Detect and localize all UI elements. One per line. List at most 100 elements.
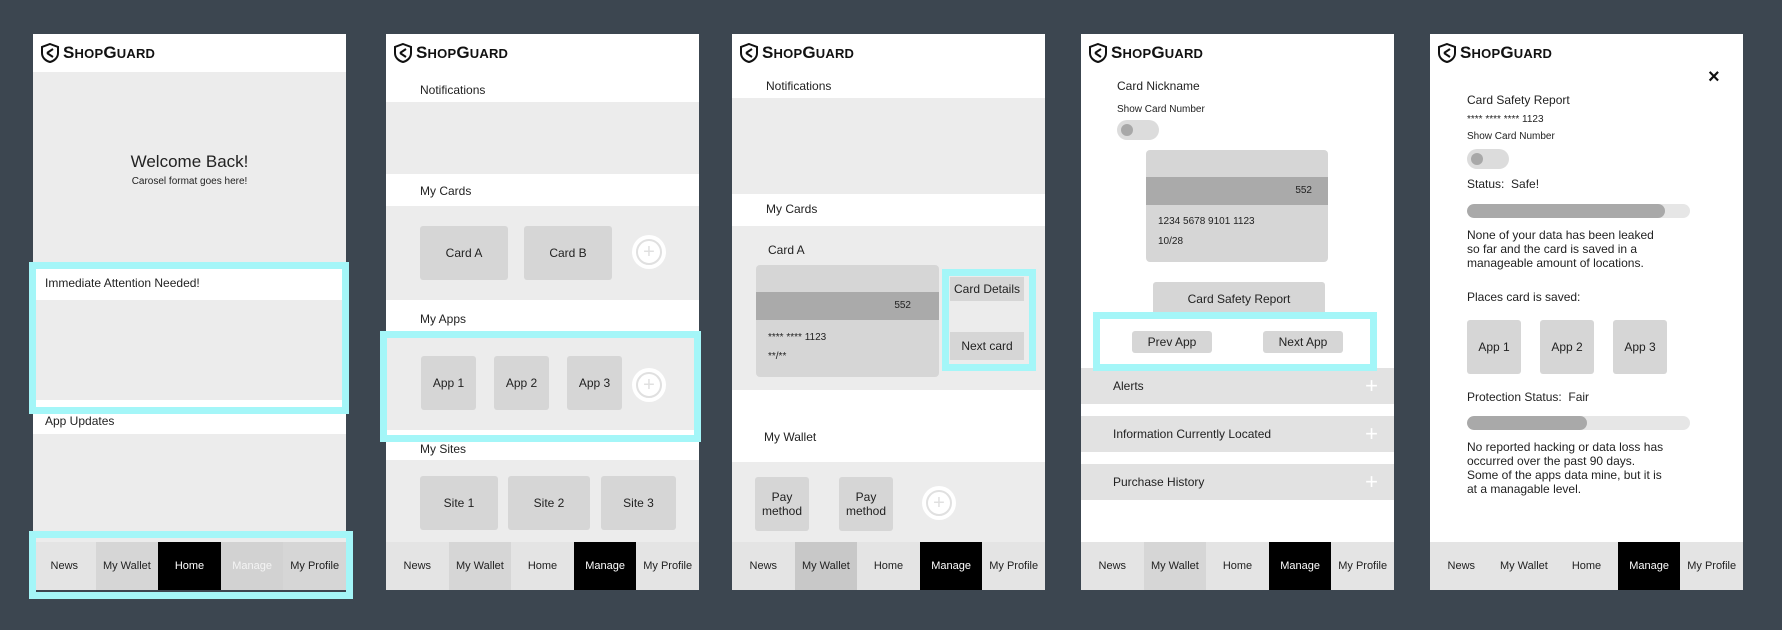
card-masked-exp: **/** bbox=[768, 351, 787, 362]
accordion-alerts[interactable]: Alerts + bbox=[1081, 368, 1394, 404]
nav-my-wallet[interactable]: My Wallet bbox=[1143, 542, 1207, 590]
add-card-button[interactable]: + bbox=[632, 235, 666, 269]
toggle-knob bbox=[1471, 153, 1483, 165]
nav-home[interactable]: Home bbox=[1206, 542, 1269, 590]
nav-news[interactable]: News bbox=[732, 542, 795, 590]
nav-news[interactable]: News bbox=[1081, 542, 1144, 590]
highlight-nav bbox=[29, 531, 353, 599]
bottom-nav: News My Wallet Home Manage My Profile bbox=[386, 542, 699, 590]
card-masked-number: **** **** 1123 bbox=[768, 332, 827, 343]
card-a-button[interactable]: Card A bbox=[420, 226, 508, 280]
report-title: Card Safety Report bbox=[1467, 93, 1570, 107]
nav-manage[interactable]: Manage bbox=[1617, 542, 1681, 590]
nav-home[interactable]: Home bbox=[857, 542, 920, 590]
highlight-app-nav bbox=[1093, 312, 1377, 371]
my-cards-label: My Cards bbox=[766, 202, 818, 216]
shield-logo-icon bbox=[394, 43, 412, 63]
accordion-label: Information Currently Located bbox=[1113, 427, 1272, 441]
app-header: SHOPGUARD bbox=[386, 34, 699, 72]
expand-plus-icon: + bbox=[1365, 469, 1378, 494]
nav-manage[interactable]: Manage bbox=[573, 542, 637, 590]
screen-safety-report: SHOPGUARD × Card Safety Report **** ****… bbox=[1430, 34, 1743, 590]
site-2-button[interactable]: Site 2 bbox=[508, 476, 590, 530]
notifications-panel[interactable] bbox=[386, 102, 699, 174]
bottom-nav: News My Wallet Home Manage My Profile bbox=[732, 542, 1045, 590]
site-3-button[interactable]: Site 3 bbox=[601, 476, 676, 530]
status-label: Status: Safe! bbox=[1467, 177, 1539, 191]
app-header: SHOPGUARD bbox=[732, 34, 1045, 72]
app-updates-panel[interactable] bbox=[33, 434, 346, 542]
site-1-button[interactable]: Site 1 bbox=[420, 476, 498, 530]
accordion-label: Alerts bbox=[1113, 379, 1144, 393]
app-1-button[interactable]: App 1 bbox=[1467, 320, 1521, 374]
nav-my-wallet[interactable]: My Wallet bbox=[1492, 542, 1556, 590]
nav-my-profile[interactable]: My Profile bbox=[1331, 542, 1394, 590]
nav-home[interactable]: Home bbox=[511, 542, 574, 590]
accordion-information-located[interactable]: Information Currently Located + bbox=[1081, 416, 1394, 452]
brand-logo: SHOPGUARD bbox=[63, 43, 156, 62]
pay-method-1-button[interactable]: Pay method bbox=[755, 477, 809, 531]
my-sites-label: My Sites bbox=[420, 442, 467, 456]
nav-home[interactable]: Home bbox=[1555, 542, 1618, 590]
card-exp: 10/28 bbox=[1158, 236, 1184, 247]
brand-logo: SHOPGUARD bbox=[1111, 43, 1204, 62]
close-icon[interactable]: × bbox=[1708, 66, 1720, 89]
protection-bar bbox=[1467, 416, 1690, 430]
shield-logo-icon bbox=[41, 43, 59, 63]
brand-logo: SHOPGUARD bbox=[762, 43, 855, 62]
my-cards-label: My Cards bbox=[420, 184, 472, 198]
notifications-label: Notifications bbox=[766, 79, 832, 93]
nav-my-profile[interactable]: My Profile bbox=[636, 542, 699, 590]
card-a-image[interactable]: 552 **** **** 1123 **/** bbox=[756, 265, 939, 377]
card-cvv: 552 bbox=[894, 300, 911, 311]
app-3-button[interactable]: App 3 bbox=[1613, 320, 1667, 374]
protection-key: Protection Status: bbox=[1467, 390, 1562, 404]
plus-icon: + bbox=[926, 490, 952, 516]
app-2-button[interactable]: App 2 bbox=[1540, 320, 1594, 374]
shield-logo-icon bbox=[1089, 43, 1107, 63]
expand-plus-icon: + bbox=[1365, 421, 1378, 446]
card-number: 1234 5678 9101 1123 bbox=[1158, 216, 1255, 227]
accordion-purchase-history[interactable]: Purchase History + bbox=[1081, 464, 1394, 500]
shield-logo-icon bbox=[1438, 43, 1456, 63]
nav-manage[interactable]: Manage bbox=[919, 542, 983, 590]
nav-news[interactable]: News bbox=[386, 542, 449, 590]
plus-icon: + bbox=[636, 239, 662, 265]
protection-label: Protection Status: Fair bbox=[1467, 390, 1589, 404]
status-value: Safe! bbox=[1511, 177, 1540, 191]
nav-my-wallet[interactable]: My Wallet bbox=[794, 542, 858, 590]
show-card-number-toggle[interactable] bbox=[1117, 120, 1159, 140]
status-bar-fill bbox=[1467, 204, 1666, 218]
notifications-panel[interactable] bbox=[732, 98, 1045, 194]
show-card-number-toggle[interactable] bbox=[1467, 149, 1509, 169]
app-updates-label: App Updates bbox=[45, 414, 115, 428]
bottom-nav: News My Wallet Home Manage My Profile bbox=[1081, 542, 1394, 590]
nav-news[interactable]: News bbox=[1430, 542, 1493, 590]
card-a-label: Card A bbox=[768, 243, 805, 257]
nav-my-wallet[interactable]: My Wallet bbox=[448, 542, 512, 590]
show-card-number-label: Show Card Number bbox=[1117, 104, 1205, 115]
places-label: Places card is saved: bbox=[1467, 290, 1581, 304]
welcome-title: Welcome Back! bbox=[130, 152, 249, 171]
highlight-card-actions bbox=[942, 269, 1036, 371]
nav-manage[interactable]: Manage bbox=[1268, 542, 1332, 590]
protection-bar-fill bbox=[1467, 416, 1588, 430]
card-image[interactable]: 552 1234 5678 9101 1123 10/28 bbox=[1146, 150, 1328, 262]
card-safety-report-button[interactable]: Card Safety Report bbox=[1153, 282, 1325, 316]
carousel[interactable]: Welcome Back! Carosel format goes here! bbox=[33, 72, 346, 268]
masked-card-number: **** **** **** 1123 bbox=[1467, 114, 1544, 125]
nav-my-profile[interactable]: My Profile bbox=[982, 542, 1045, 590]
nav-my-profile[interactable]: My Profile bbox=[1680, 542, 1743, 590]
card-b-button[interactable]: Card B bbox=[524, 226, 612, 280]
highlight-attention bbox=[29, 262, 349, 414]
pay-method-2-button[interactable]: Pay method bbox=[839, 477, 893, 531]
bottom-nav: News My Wallet Home Manage My Profile bbox=[1430, 542, 1743, 590]
notifications-label: Notifications bbox=[420, 83, 486, 97]
app-header: SHOPGUARD bbox=[1081, 34, 1394, 72]
protection-description: No reported hacking or data loss has occ… bbox=[1467, 440, 1664, 496]
shield-logo-icon bbox=[740, 43, 758, 63]
app-header: SHOPGUARD bbox=[1430, 34, 1743, 72]
my-wallet-label: My Wallet bbox=[764, 430, 817, 444]
my-apps-label: My Apps bbox=[420, 312, 467, 326]
add-pay-method-button[interactable]: + bbox=[922, 486, 956, 520]
